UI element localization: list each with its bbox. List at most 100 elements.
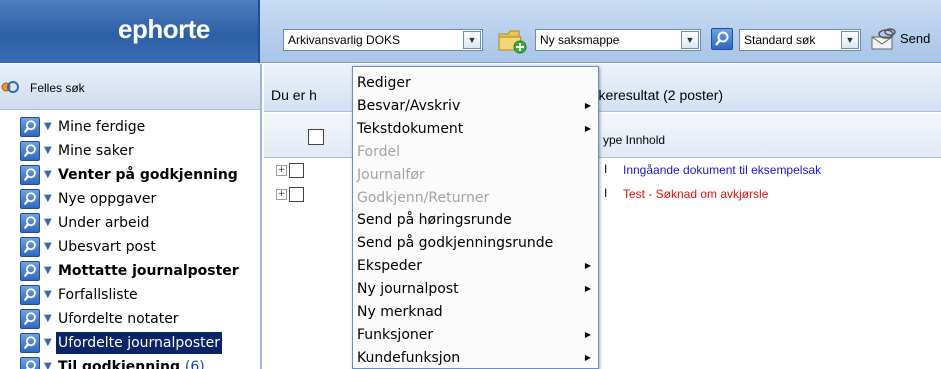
context-menu-item-label: Journalfør	[357, 166, 425, 183]
chevron-down-icon[interactable]: ▼	[44, 188, 52, 210]
context-menu-item[interactable]: Tekstdokument ▶	[353, 118, 598, 140]
context-menu-item: Journalfør	[353, 164, 598, 186]
sidebar-item[interactable]: ▼ Under arbeid	[20, 212, 260, 234]
sidebar-item[interactable]: ▼ Nye oppgaver	[20, 188, 260, 210]
submenu-arrow-icon: ▶	[584, 284, 591, 294]
sidebar-item[interactable]: ▼ Mine ferdige	[20, 116, 260, 138]
search-icon	[20, 261, 40, 281]
row-content-link[interactable]: Test - Søknad om avkjørsle	[623, 187, 768, 201]
chevron-down-icon[interactable]: ▼	[44, 212, 52, 234]
search-type-select-value: Standard søk	[744, 33, 816, 47]
send-label[interactable]: Send	[900, 31, 930, 46]
chevron-down-icon[interactable]: ▼	[841, 31, 859, 49]
search-icon	[20, 237, 40, 257]
context-menu-item-label: Kundefunksjon	[357, 349, 461, 366]
sidebar-item-label: Under arbeid	[58, 215, 150, 231]
context-menu-item-label: Ekspeder	[357, 258, 423, 275]
sidebar-item[interactable]: ▼ Venter på godkjenning	[20, 164, 260, 186]
sidebar-item-label: Mine ferdige	[58, 119, 146, 135]
context-menu: Rediger Besvar/Avskriv ▶ Tekstdokument ▶ Ford…	[352, 66, 599, 369]
submenu-arrow-icon: ▶	[584, 261, 591, 271]
context-menu-item-label: Besvar/Avskriv	[357, 97, 461, 114]
send-icon[interactable]	[870, 26, 898, 52]
felles-sok-header[interactable]: Felles søk	[0, 64, 260, 110]
sidebar: Felles søk ▼ Mine ferdige ▼ Mine saker ▼ Vent…	[0, 64, 262, 369]
context-menu-item[interactable]: Funksjoner ▶	[353, 324, 598, 346]
archive-select[interactable]: Arkivansvarlig DOKS ▼	[283, 29, 483, 51]
search-type-select[interactable]: Standard søk ▼	[739, 29, 861, 51]
sidebar-item-label: Mine saker	[58, 143, 134, 159]
chevron-down-icon[interactable]: ▼	[44, 236, 52, 258]
chevron-down-icon[interactable]: ▼	[44, 284, 52, 306]
sidebar-item-label: Ufordelte notater	[58, 311, 179, 327]
context-menu-item[interactable]: Besvar/Avskriv ▶	[353, 95, 598, 117]
context-menu-item-label: Fordel	[357, 143, 401, 160]
context-menu-item[interactable]: Rediger	[353, 72, 598, 94]
breadcrumb-left: Du er h	[271, 87, 317, 103]
search-icon	[20, 117, 40, 137]
chevron-down-icon[interactable]: ▼	[44, 308, 52, 330]
context-menu-item-label: Send på godkjenningsrunde	[357, 235, 554, 252]
context-menu-item[interactable]: Ekspeder ▶	[353, 255, 598, 277]
row-type-code: I	[604, 186, 608, 200]
new-folder-icon[interactable]	[497, 26, 527, 54]
chevron-down-icon[interactable]: ▼	[44, 356, 52, 369]
felles-sok-label: Felles søk	[30, 81, 85, 95]
submenu-arrow-icon: ▶	[584, 123, 591, 133]
submenu-arrow-icon: ▶	[584, 352, 591, 362]
expand-icon[interactable]: +	[276, 189, 287, 200]
column-header-type-content[interactable]: ype Innhold	[603, 133, 665, 147]
search-icon	[20, 189, 40, 209]
search-icon	[20, 309, 40, 329]
search-icon	[715, 31, 729, 46]
sidebar-item[interactable]: ▼ Ufordelte notater	[20, 308, 260, 330]
context-menu-item-label: Rediger	[357, 75, 411, 91]
select-all-checkbox[interactable]	[308, 129, 324, 145]
context-menu-item[interactable]: Ny journalpost ▶	[353, 278, 598, 300]
search-icon	[20, 165, 40, 185]
context-menu-item[interactable]: Kundefunksjon ▶	[353, 347, 598, 368]
context-menu-item: Godkjenn/Returner	[353, 187, 598, 209]
search-icon	[20, 333, 40, 353]
item-count-badge: (6)	[184, 359, 205, 369]
sidebar-item-label: Nye oppgaver	[58, 191, 157, 207]
row-content-link[interactable]: Inngåande dokument til eksempelsak	[623, 163, 821, 177]
sidebar-item[interactable]: ▼ Til godkjenning (6)	[20, 356, 260, 369]
chevron-down-icon[interactable]: ▼	[44, 116, 52, 138]
context-menu-item-label: Send på høringsrunde	[357, 212, 512, 229]
sidebar-item[interactable]: ▼ Ufordelte journalposter	[20, 332, 260, 354]
row-checkbox[interactable]	[289, 187, 304, 202]
sidebar-item[interactable]: ▼ Mine saker	[20, 140, 260, 162]
context-menu-item-label: Funksjoner	[357, 326, 434, 343]
shared-search-icon	[1, 81, 19, 93]
case-folder-select[interactable]: Ny saksmappe ▼	[535, 29, 701, 51]
chevron-down-icon[interactable]: ▼	[44, 140, 52, 162]
sidebar-item-label: Ubesvart post	[58, 239, 156, 255]
chevron-down-icon[interactable]: ▼	[44, 164, 52, 186]
sidebar-item[interactable]: ▼ Ubesvart post	[20, 236, 260, 258]
sidebar-item-label: Forfallsliste	[58, 287, 138, 303]
archive-select-value: Arkivansvarlig DOKS	[288, 33, 401, 47]
sidebar-item-label: Venter på godkjenning	[58, 167, 238, 183]
sidebar-item-label: Ufordelte journalposter	[56, 332, 222, 354]
expand-icon[interactable]: +	[276, 165, 287, 176]
sidebar-item[interactable]: ▼ Mottatte journalposter	[20, 260, 260, 282]
context-menu-item-label: Tekstdokument	[357, 120, 464, 137]
chevron-down-icon[interactable]: ▼	[463, 31, 481, 49]
context-menu-item[interactable]: Send på godkjenningsrunde	[353, 232, 598, 254]
chevron-down-icon[interactable]: ▼	[44, 260, 52, 282]
sidebar-item[interactable]: ▼ Forfallsliste	[20, 284, 260, 306]
submenu-arrow-icon: ▶	[584, 329, 591, 339]
search-icon	[20, 357, 40, 369]
row-checkbox[interactable]	[289, 163, 304, 178]
search-button[interactable]	[711, 28, 733, 50]
context-menu-item-label: Godkjenn/Returner	[357, 189, 490, 206]
submenu-arrow-icon: ▶	[584, 100, 591, 110]
chevron-down-icon[interactable]: ▼	[44, 332, 52, 354]
context-menu-item[interactable]: Ny merknad	[353, 301, 598, 323]
context-menu-item: Fordel	[353, 141, 598, 163]
logo-panel: ephorte	[0, 0, 260, 63]
chevron-down-icon[interactable]: ▼	[681, 31, 699, 49]
search-result-count: økeresultat (2 poster)	[590, 87, 724, 103]
context-menu-item[interactable]: Send på høringsrunde	[353, 209, 598, 231]
